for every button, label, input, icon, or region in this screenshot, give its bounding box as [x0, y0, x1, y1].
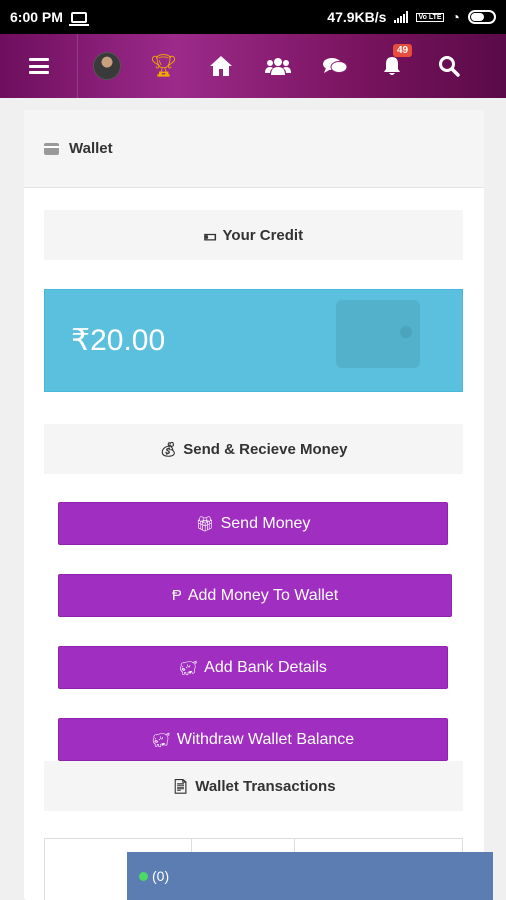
menu-button[interactable]: [0, 34, 78, 98]
piggy-bank-icon: 🐖︎: [179, 659, 199, 677]
home-icon: [209, 56, 232, 76]
avatar: [92, 52, 121, 80]
battery-icon: [468, 10, 496, 24]
home-button[interactable]: [192, 34, 249, 98]
add-bank-label: Add Bank Details: [204, 658, 327, 676]
chat-count: (0): [152, 868, 170, 884]
status-left: 6:00 PM: [10, 9, 89, 26]
balance-amount: ₹20.00: [71, 324, 166, 357]
wallet-panel: Wallet 💵︎ Your Credit ₹20.00 💰︎ Send & R…: [24, 110, 484, 900]
menu-icon: [28, 58, 49, 74]
money-bag-icon: 💰︎: [159, 440, 178, 457]
online-status-icon: [139, 871, 148, 881]
withdraw-button[interactable]: 🐖︎ Withdraw Wallet Balance: [58, 718, 448, 761]
add-money-label: Add Money To Wallet: [187, 586, 339, 604]
wallet-icon: [336, 300, 420, 368]
profile-button[interactable]: [78, 34, 135, 98]
status-bar: 6:00 PM 47.9KB/s Vo LTE ◔: [0, 0, 506, 34]
chat-bar[interactable]: (0): [127, 852, 493, 900]
status-time: 6:00 PM: [10, 9, 63, 25]
your-credit-label: Your Credit: [222, 226, 304, 244]
send-receive-label: Send & Recieve Money: [183, 440, 348, 458]
wallet-transactions-header: 📄︎ Wallet Transactions: [44, 761, 463, 811]
your-credit-header: 💵︎ Your Credit: [44, 210, 463, 260]
wifi-icon: ◔: [451, 9, 460, 25]
send-receive-header: 💰︎ Send & Recieve Money: [44, 424, 463, 474]
network-speed: 47.9KB/s: [327, 9, 387, 25]
notifications-icon: [383, 57, 400, 75]
credit-card-icon: [44, 142, 59, 155]
send-money-label: Send Money: [220, 514, 311, 532]
trophy-button[interactable]: 🏆︎: [135, 34, 192, 98]
status-right: 47.9KB/s Vo LTE ◔: [327, 9, 496, 25]
laptop-icon: [68, 11, 89, 26]
trophy-icon: 🏆︎: [149, 53, 178, 78]
search-icon: [438, 56, 460, 77]
transactions-label: Wallet Transactions: [195, 777, 336, 795]
money-icon: 💵︎: [203, 226, 217, 243]
gift-icon: 🎁︎: [195, 515, 215, 533]
add-money-button[interactable]: Ᵽ Add Money To Wallet: [58, 574, 452, 617]
panel-header: Wallet: [24, 110, 484, 188]
balance-box: ₹20.00: [44, 289, 463, 392]
piggy-bank-icon: 🐖︎: [151, 731, 171, 749]
file-icon: 📄︎: [171, 777, 190, 794]
notification-badge: 49: [393, 44, 413, 57]
signal-icon: [394, 11, 409, 23]
volte-icon: Vo LTE: [416, 12, 444, 22]
messages-button[interactable]: [306, 34, 363, 98]
messages-icon: [322, 58, 347, 73]
send-money-button[interactable]: 🎁︎ Send Money: [58, 502, 448, 545]
panel-title: Wallet: [69, 140, 113, 157]
top-navbar: 🏆︎ 49: [0, 34, 506, 98]
add-bank-details-button[interactable]: 🐖︎ Add Bank Details: [58, 646, 448, 689]
search-button[interactable]: [420, 34, 477, 98]
withdraw-label: Withdraw Wallet Balance: [176, 730, 355, 748]
friends-button[interactable]: [249, 34, 306, 98]
paypal-icon: Ᵽ: [171, 587, 182, 604]
friends-icon: [264, 58, 291, 75]
notifications-button[interactable]: 49: [363, 34, 420, 98]
